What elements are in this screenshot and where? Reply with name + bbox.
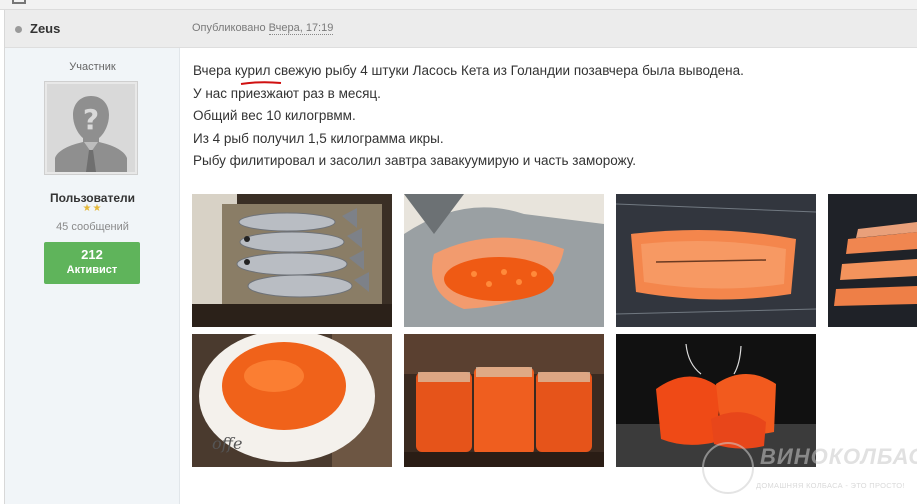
top-strip [0,0,917,10]
post-line-1: Вчера курил свежую рыбу 4 штуки Ласось К… [193,63,744,78]
watermark-subtitle: ДОМАШНЯЯ КОЛБАСА - ЭТО ПРОСТО! [756,481,905,490]
svg-text:offe: offe [212,434,242,453]
message-count: 45 сообщений [56,221,129,233]
site-watermark: ВИНОКОЛБАСКИ ДОМАШНЯЯ КОЛБАСА - ЭТО ПРОС… [700,438,917,498]
member-group: Участник [69,61,116,73]
photo-whole-fish[interactable] [192,194,392,327]
post-line-3: Общий вес 10 килогрвмм. [193,108,356,123]
post-line-2: У нас приезжают раз в месяц. [193,85,381,101]
photo-caviar-bowl[interactable]: offe [192,334,392,467]
avatar[interactable]: ? [44,81,138,175]
offline-status-icon [15,26,22,33]
photo-fillet-2[interactable] [828,194,917,327]
author-sidebar: Участник ? Пользователи ★★ 45 сообщений … [5,48,180,504]
photo-fish-caviar[interactable] [404,194,604,327]
red-underline-mark [240,81,282,85]
watermark-title: ВИНОКОЛБАСКИ [760,444,917,469]
chef-logo-icon [702,442,754,494]
published-prefix: Опубликовано [192,22,266,34]
published-info: Опубликовано Вчера, 17:19 [192,22,334,35]
rank-stars: ★★ [82,203,103,214]
photo-fillet-1[interactable] [616,194,816,327]
post-line-4: Из 4 рыб получил 1,5 килограмма икры. [193,130,444,146]
svg-text:?: ? [83,103,99,136]
published-date[interactable]: Вчера, 17:19 [268,22,334,35]
post-header: Zeus Опубликовано Вчера, 17:19 [5,10,917,48]
author-name[interactable]: Zeus [30,21,60,36]
default-avatar-icon: ? [47,84,135,172]
post-line-5: Рыбу филитировал и засолил завтра заваку… [193,153,636,168]
post-content: Вчера курил свежую рыбу 4 штуки Ласось К… [193,60,913,173]
corner-icon [12,0,26,4]
reputation-value: 212 [81,247,103,262]
photo-caviar-jars[interactable] [404,334,604,467]
reputation-label: Активист [66,264,118,276]
reputation-badge[interactable]: 212 Активист [44,242,140,284]
